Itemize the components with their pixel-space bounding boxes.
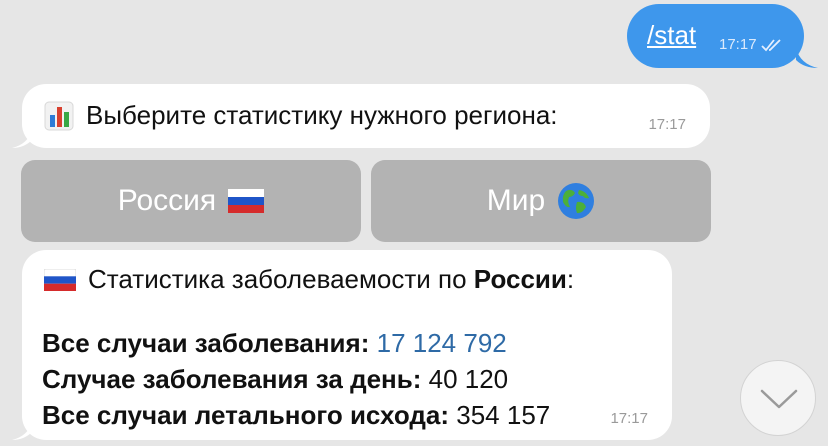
bubble-tail [12, 130, 32, 148]
prompt-time: 17:17 [648, 116, 686, 133]
russia-button-label: Россия [117, 184, 217, 217]
stats-heading-text: Статистика заболеваемости по России: [88, 264, 575, 294]
stats-message: Статистика заболеваемости по России: Все… [12, 250, 672, 440]
stat-row-daily-cases: Случае заболевания за день: 40 120 [42, 364, 508, 395]
scroll-down-button[interactable] [740, 360, 816, 436]
stat-label: Случае заболевания за день: [42, 364, 422, 394]
double-check-icon [760, 38, 781, 51]
stat-label: Все случаи заболевания: [42, 328, 370, 358]
stat-row-total-cases: Все случаи заболевания: 17 124 792 [42, 328, 507, 359]
outgoing-message: /stat 17:17 [627, 4, 818, 68]
stat-value: 40 120 [428, 364, 509, 394]
globe-icon [558, 183, 595, 219]
world-button-label: Мир [486, 184, 546, 217]
world-button[interactable]: Мир [371, 160, 711, 242]
stats-heading: Статистика заболеваемости по России: [44, 264, 574, 295]
russia-flag-icon [44, 268, 76, 291]
chevron-down-icon [760, 389, 798, 409]
prompt-text: Выберите статистику нужного региона: [86, 100, 558, 130]
bubble-tail [796, 48, 818, 68]
command-link[interactable]: /stat [647, 20, 696, 51]
stat-value-link[interactable]: 17 124 792 [377, 328, 507, 358]
prompt-message: Выберите статистику нужного региона: 17:… [12, 84, 710, 148]
outgoing-meta: 17:17 [719, 36, 783, 53]
stat-label: Все случаи летального исхода: [42, 400, 450, 430]
bar-chart-icon [44, 101, 74, 130]
bubble-tail [12, 422, 32, 440]
stats-time: 17:17 [610, 410, 648, 427]
stat-value: 354 157 [456, 400, 551, 430]
russia-flag-icon [228, 189, 265, 213]
stat-row-deaths: Все случаи летального исхода: 354 157 [42, 400, 550, 431]
outgoing-time: 17:17 [719, 36, 757, 53]
russia-button[interactable]: Россия [21, 160, 361, 242]
prompt-line: Выберите статистику нужного региона: [44, 100, 558, 131]
